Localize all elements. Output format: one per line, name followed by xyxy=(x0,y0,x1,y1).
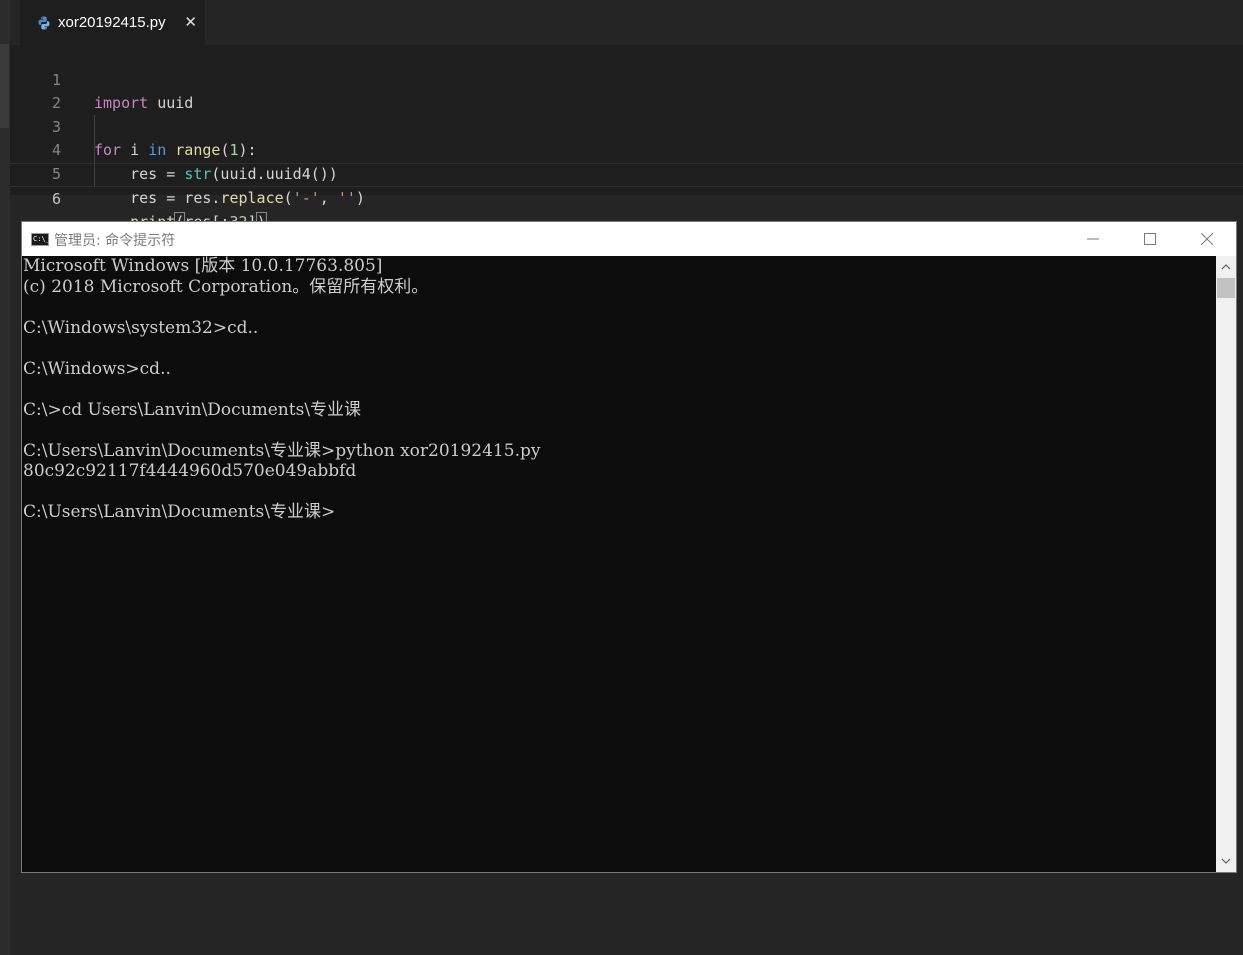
console-line: 80c92c92117f4444960d570e049abbfd xyxy=(23,461,357,481)
code-line-current: 6 print(res[:32]) xyxy=(10,163,1243,233)
console-line: (c) 2018 Microsoft Corporation。保留所有权利。 xyxy=(23,276,429,297)
close-button[interactable] xyxy=(1178,222,1236,256)
console-line: C:\Users\Lanvin\Documents\专业课>python xor… xyxy=(23,440,541,461)
maximize-button[interactable] xyxy=(1121,222,1179,256)
code-token: res = res. xyxy=(94,188,221,207)
code-line: 4 res = str(uuid.uuid4()) xyxy=(10,116,1243,183)
indent-guide xyxy=(94,115,95,186)
code-token: ) xyxy=(355,188,365,207)
minimize-button[interactable] xyxy=(1064,222,1122,256)
cmd-titlebar[interactable]: C:\_ 管理员: 命令提示符 xyxy=(22,222,1236,256)
code-editor[interactable]: 1 import uuid 2 3 for i in range(1): 4 r… xyxy=(10,45,1243,233)
code-line: 2 xyxy=(10,69,1243,112)
console-line: C:\Windows>cd.. xyxy=(23,358,171,379)
cmd-window[interactable]: C:\_ 管理员: 命令提示符 Microsoft Windows [版本 10… xyxy=(21,221,1237,873)
close-icon[interactable]: ✕ xyxy=(184,13,197,31)
console-output[interactable]: Microsoft Windows [版本 10.0.17763.805] (c… xyxy=(22,256,1216,872)
code-token: , xyxy=(319,188,338,207)
code-line: 3 for i in range(1): xyxy=(10,92,1243,160)
code-token: replace xyxy=(220,188,284,207)
code-line: 5 res = res.replace('-', '') xyxy=(10,139,1243,207)
code-line: 1 import uuid xyxy=(10,45,1243,113)
code-token: ( xyxy=(283,188,293,207)
console-line: C:\>cd Users\Lanvin\Documents\专业课 xyxy=(23,399,362,420)
close-icon xyxy=(1201,233,1213,245)
minimize-icon xyxy=(1087,238,1099,240)
chevron-down-icon[interactable] xyxy=(1216,852,1236,870)
line-number: 6 xyxy=(51,189,61,208)
editor-scrollbar-thumb[interactable] xyxy=(0,44,9,128)
console-line: C:\Windows\system32>cd.. xyxy=(23,317,259,338)
tab-filename: xor20192415.py xyxy=(58,14,166,31)
console-scrollbar[interactable] xyxy=(1216,256,1236,872)
chevron-up-icon[interactable] xyxy=(1216,258,1236,276)
console-line: Microsoft Windows [版本 10.0.17763.805] xyxy=(23,256,383,276)
window-title: 管理员: 命令提示符 xyxy=(54,233,176,249)
editor-tab-bar: xor20192415.py ✕ xyxy=(10,0,1243,45)
scrollbar-thumb[interactable] xyxy=(1217,278,1235,298)
console-icon: C:\_ xyxy=(31,233,50,246)
python-icon xyxy=(36,15,52,31)
editor-left-strip xyxy=(0,0,10,955)
editor-tab[interactable]: xor20192415.py ✕ xyxy=(20,0,205,45)
console-prompt: C:\Users\Lanvin\Documents\专业课> xyxy=(23,502,336,522)
maximize-icon xyxy=(1144,233,1156,245)
code-token: '' xyxy=(337,188,356,207)
code-token: '-' xyxy=(292,188,320,207)
